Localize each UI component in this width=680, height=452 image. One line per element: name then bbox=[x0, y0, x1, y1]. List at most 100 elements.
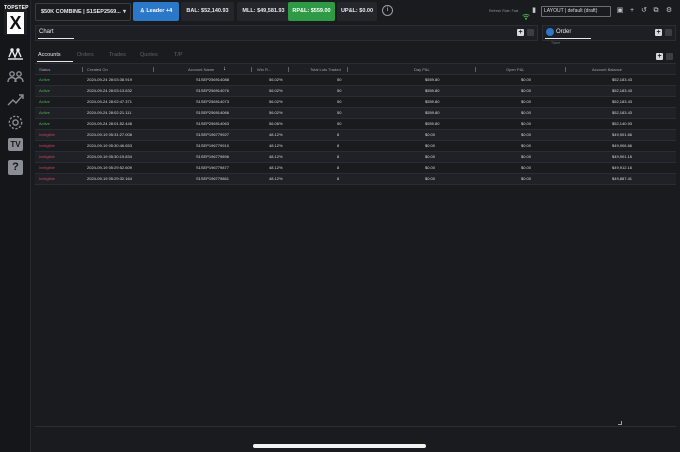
col-account-balance[interactable]: Account Balance bbox=[592, 64, 622, 75]
cell-win-rate: 56.02% bbox=[269, 99, 283, 104]
tab-quotes[interactable]: Quotes bbox=[140, 52, 158, 58]
cell-win-rate: 56.02% bbox=[269, 88, 283, 93]
home-indicator[interactable] bbox=[253, 444, 426, 448]
cell-created-on: 2024-09-24 28:03:38.919 bbox=[87, 77, 132, 82]
account-select[interactable]: $50K COMBINE | S1SEP2569... ▾ bbox=[35, 3, 131, 21]
cell-day-pnl: $559.80 bbox=[425, 99, 440, 104]
gear-icon[interactable] bbox=[6, 113, 25, 132]
table-row[interactable]: Ineligible 2024-09-19 05:30:46.653 S1SEP19… bbox=[35, 141, 676, 152]
cell-win-rate: 48.12% bbox=[269, 176, 283, 181]
table-row[interactable]: Active 2024-09-24 28:02:47.371 S1SEP256914… bbox=[35, 97, 676, 108]
cell-open-pnl: $0.00 bbox=[521, 88, 532, 93]
add-icon[interactable]: + bbox=[628, 7, 636, 15]
help-icon[interactable]: ? bbox=[8, 160, 23, 175]
cell-day-pnl: $559.80 bbox=[425, 88, 440, 93]
topstep-logo[interactable]: TOPSTEP X bbox=[4, 3, 28, 35]
cell-total-lots: 8 bbox=[337, 176, 340, 181]
order-collapse-button[interactable] bbox=[665, 29, 672, 36]
chart-add-button[interactable]: + bbox=[517, 29, 524, 36]
tab-trades[interactable]: Trades bbox=[109, 52, 126, 58]
sort-down-icon[interactable]: ↓ bbox=[223, 64, 226, 75]
cell-account-balance: $49,887.41 bbox=[612, 176, 633, 181]
signal-icon: ▮ bbox=[532, 7, 536, 14]
chart-line-icon[interactable] bbox=[6, 90, 25, 109]
cell-account-name: S1SEP256914088 bbox=[196, 77, 229, 82]
cell-open-pnl: $0.00 bbox=[521, 110, 532, 115]
cell-total-lots: 50 bbox=[337, 121, 342, 126]
table-row[interactable]: Active 2024-09-24 28:02:21.111 S1SEP256914… bbox=[35, 108, 676, 119]
cell-open-pnl: $0.00 bbox=[521, 165, 532, 170]
table-row[interactable]: Ineligible 2024-09-19 05:29:52.609 S1SEP19… bbox=[35, 163, 676, 174]
cell-account-balance: $52,140.93 bbox=[612, 121, 633, 126]
brand-mark: X bbox=[7, 12, 24, 34]
exchange-icon[interactable] bbox=[6, 44, 25, 63]
col-divider[interactable] bbox=[475, 67, 476, 72]
unrealized-pnl-stat: UP&L: $0.00 bbox=[337, 2, 377, 21]
cell-created-on: 2024-09-19 05:29:52.609 bbox=[87, 165, 132, 170]
col-divider[interactable] bbox=[153, 67, 154, 72]
resize-handle-icon[interactable] bbox=[618, 421, 622, 425]
cell-total-lots: 50 bbox=[337, 77, 342, 82]
popout-icon[interactable]: ⧉ bbox=[652, 7, 660, 15]
grid-body: Active 2024-09-24 28:03:38.919 S1SEP256914… bbox=[35, 75, 676, 185]
cell-total-lots: 50 bbox=[337, 88, 342, 93]
table-row[interactable]: Active 2024-09-24 28:01:52.448 S1SEP256914… bbox=[35, 119, 676, 130]
cell-status: Ineligible bbox=[39, 154, 55, 159]
settings-icon[interactable]: ⚙ bbox=[665, 7, 673, 15]
table-row[interactable]: Ineligible 2024-09-19 05:29:32.164 S1SEP19… bbox=[35, 174, 676, 185]
table-row[interactable]: Ineligible 2024-09-19 05:31:27.008 S1SEP19… bbox=[35, 130, 676, 141]
order-add-button[interactable]: + bbox=[655, 29, 662, 36]
tab-tp[interactable]: T/P bbox=[174, 52, 183, 58]
col-created-on[interactable]: Created On bbox=[87, 64, 108, 75]
accounts-collapse-button[interactable] bbox=[666, 53, 673, 60]
save-icon[interactable]: ▣ bbox=[616, 7, 624, 15]
order-panel-title: Order bbox=[556, 29, 572, 35]
col-total-lots[interactable]: Total Lots Traded bbox=[310, 64, 341, 75]
cell-win-rate: 48.12% bbox=[269, 165, 283, 170]
col-status[interactable]: Status bbox=[39, 64, 50, 75]
col-account-name[interactable]: Account Name bbox=[188, 64, 214, 75]
col-day-pnl[interactable]: Day P&L bbox=[414, 64, 430, 75]
cell-created-on: 2024-09-19 05:31:27.008 bbox=[87, 132, 132, 137]
col-divider[interactable] bbox=[82, 67, 83, 72]
cell-win-rate: 48.12% bbox=[269, 132, 283, 137]
cell-account-name: S1SEP196779910 bbox=[196, 143, 229, 148]
table-row[interactable]: Ineligible 2024-09-19 05:30:19.834 S1SEP19… bbox=[35, 152, 676, 163]
tab-orders[interactable]: Orders bbox=[77, 52, 94, 58]
mll-stat: MLL: $49,581.93 bbox=[237, 2, 290, 21]
cell-account-name: S1SEP196779927 bbox=[196, 132, 229, 137]
col-divider[interactable] bbox=[347, 67, 348, 72]
grid-footer-line bbox=[35, 426, 676, 427]
refresh-rate-label: Refresh Rate: Fast bbox=[489, 9, 519, 13]
cell-status: Active bbox=[39, 88, 50, 93]
cell-total-lots: 8 bbox=[337, 165, 340, 170]
order-tab-underline bbox=[545, 38, 591, 39]
tv-icon[interactable]: TV bbox=[8, 138, 23, 151]
info-icon[interactable]: i bbox=[382, 5, 393, 16]
cell-total-lots: 8 bbox=[337, 132, 340, 137]
undo-icon[interactable]: ↺ bbox=[640, 7, 648, 15]
cell-win-rate: 56.02% bbox=[269, 110, 283, 115]
leader-button[interactable]: ♙ Leader +4 bbox=[133, 2, 179, 21]
table-row[interactable]: Active 2024-09-24 28:03:38.919 S1SEP256914… bbox=[35, 75, 676, 86]
col-divider[interactable] bbox=[565, 67, 566, 72]
cell-total-lots: 50 bbox=[337, 110, 342, 115]
cell-status: Active bbox=[39, 77, 50, 82]
col-divider[interactable] bbox=[288, 67, 289, 72]
cell-total-lots: 50 bbox=[337, 99, 342, 104]
col-divider[interactable] bbox=[251, 67, 252, 72]
realized-pnl-stat: RP&L: $559.00 bbox=[288, 2, 335, 21]
cell-win-rate: 48.12% bbox=[269, 143, 283, 148]
order-icon bbox=[546, 28, 554, 36]
people-icon[interactable] bbox=[6, 67, 25, 86]
col-win-rate[interactable]: Win R... bbox=[257, 64, 271, 75]
tab-accounts[interactable]: Accounts bbox=[38, 52, 61, 58]
layout-select[interactable]: LAYOUT | default (draft) bbox=[541, 6, 611, 17]
table-row[interactable]: Active 2024-09-24 28:03:13.632 S1SEP256914… bbox=[35, 86, 676, 97]
col-open-pnl[interactable]: Open P&L bbox=[506, 64, 524, 75]
chart-collapse-button[interactable] bbox=[527, 29, 534, 36]
accounts-add-button[interactable]: + bbox=[656, 53, 663, 60]
cell-account-name: S1SEP256914066 bbox=[196, 110, 229, 115]
cell-win-rate: 56.02% bbox=[269, 77, 283, 82]
cell-open-pnl: $0.00 bbox=[521, 99, 532, 104]
